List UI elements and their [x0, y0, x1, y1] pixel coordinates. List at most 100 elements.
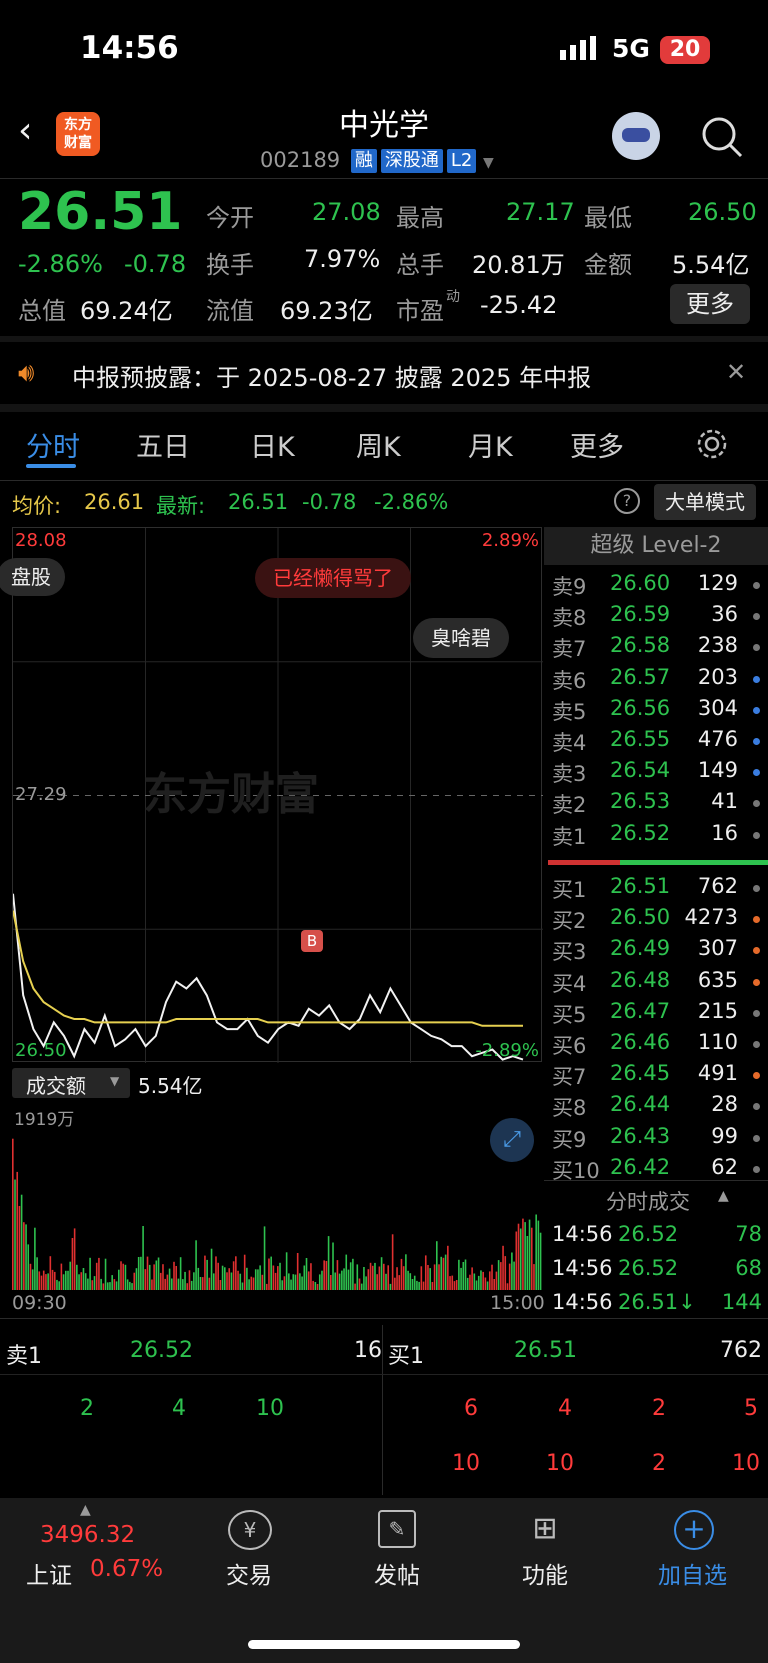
bid-row[interactable]: 买9 26.43 99 [550, 1124, 768, 1155]
bid-level: 买1 [552, 878, 587, 902]
ask-price: 26.58 [610, 633, 671, 658]
volume-bar [486, 1281, 489, 1290]
ask-row[interactable]: 卖7 26.58 238 [550, 633, 768, 664]
volume-bar [175, 1266, 178, 1290]
comment-bubble-1[interactable]: 已经懒得骂了 [255, 558, 411, 598]
nav-post[interactable]: 发帖 [374, 1556, 420, 1590]
bid-row[interactable]: 买4 26.48 635 [550, 968, 768, 999]
queue-bid-qty: 762 [720, 1338, 762, 1363]
buy-marker[interactable]: B [301, 930, 323, 952]
volume-bar [142, 1226, 144, 1290]
ask-price: 26.56 [610, 695, 671, 720]
gear-icon[interactable] [694, 426, 730, 462]
bid-row[interactable]: 买5 26.47 215 [550, 999, 768, 1030]
help-icon[interactable]: ? [614, 488, 640, 514]
volume-bar [508, 1263, 511, 1290]
intraday-chart[interactable]: 28.08 2.89% 27.29 26.50 -2.89% 东方财富 盘股 已… [0, 527, 543, 1063]
volume-bar [246, 1267, 248, 1290]
volume-bar [263, 1226, 266, 1290]
notice-text[interactable]: 中报预披露：于 2025-08-27 披露 2025 年中报 [72, 358, 591, 393]
bid-qty: 99 [711, 1123, 738, 1148]
nav-func[interactable]: 功能 [522, 1556, 568, 1590]
tick-time: 14:56 [552, 1290, 613, 1314]
ask-qty: 203 [697, 664, 738, 689]
volume-bar [303, 1265, 306, 1290]
expand-icon[interactable]: ⤢ [490, 1118, 534, 1162]
volume-bar [137, 1257, 140, 1290]
edit-icon[interactable]: ✎ [378, 1510, 416, 1548]
volume-bar [374, 1262, 376, 1290]
close-icon[interactable]: ✕ [726, 358, 746, 386]
more-button[interactable]: 更多 [670, 284, 750, 324]
apps-icon[interactable]: ⊞ [526, 1510, 564, 1548]
ask-row[interactable]: 卖3 26.54 149 [550, 758, 768, 789]
tab-daily-k[interactable]: 日K [250, 425, 295, 464]
bid-row[interactable]: 买1 26.51 762 [550, 874, 768, 905]
bid-row[interactable]: 买10 26.42 62 [550, 1155, 768, 1186]
battery-icon: 20 [660, 36, 710, 64]
volume-bar [312, 1280, 314, 1290]
volume-bar [106, 1282, 109, 1290]
ask-row[interactable]: 卖2 26.53 41 [550, 789, 768, 820]
volume-bar [250, 1276, 253, 1290]
volume-bar [29, 1263, 32, 1290]
tab-5day[interactable]: 五日 [136, 425, 190, 464]
volume-bar [93, 1276, 96, 1290]
volume-bar [405, 1254, 407, 1290]
bid-row[interactable]: 买7 26.45 491 [550, 1061, 768, 1092]
ask-row[interactable]: 卖6 26.57 203 [550, 665, 768, 696]
queue-ask-label: 卖1 [6, 1344, 42, 1369]
add-icon[interactable]: + [674, 1510, 714, 1550]
avg-price-line [13, 910, 523, 1027]
comment-bubble-2[interactable]: 臭啥碧 [413, 618, 509, 658]
trade-icon[interactable]: ¥ [228, 1510, 272, 1550]
chevron-down-icon: ▼ [483, 155, 494, 171]
search-icon[interactable] [700, 115, 744, 159]
volume-bar [270, 1256, 272, 1290]
volume-bar [420, 1266, 423, 1290]
tab-more[interactable]: 更多 [570, 425, 624, 464]
volume-bar [237, 1270, 239, 1290]
volume-selector[interactable]: 成交额 ▼ [12, 1068, 130, 1098]
volume-bar [151, 1279, 153, 1290]
tab-weekly-k[interactable]: 周K [356, 425, 401, 464]
volume-bar [358, 1278, 361, 1290]
bid-level: 买8 [552, 1096, 587, 1121]
bid-order-6: 10 [546, 1451, 574, 1476]
volume-bar [182, 1279, 184, 1290]
bid-row[interactable]: 买3 26.49 307 [550, 936, 768, 967]
tab-monthly-k[interactable]: 月K [468, 425, 513, 464]
tab-intraday[interactable]: 分时 [26, 425, 80, 464]
stock-code-row[interactable]: 002189 融深股通 L2 ▼ [260, 148, 494, 173]
volume-bar [155, 1260, 158, 1290]
volume-bar [221, 1265, 224, 1290]
volume-bar [460, 1267, 462, 1290]
volume-bar [104, 1258, 107, 1290]
ask-row[interactable]: 卖4 26.55 476 [550, 727, 768, 758]
index-value[interactable]: 3496.32 [40, 1522, 135, 1548]
volume-bar [153, 1264, 155, 1290]
bid-row[interactable]: 买6 26.46 110 [550, 1030, 768, 1061]
tick-price: 26.52 [618, 1256, 679, 1280]
nav-add-watchlist[interactable]: 加自选 [658, 1556, 727, 1590]
comment-bubble-3[interactable]: 盘股 [0, 558, 65, 596]
ask-row[interactable]: 卖1 26.52 16 [550, 821, 768, 852]
volume-bar [294, 1274, 297, 1290]
index-name[interactable]: 上证 [26, 1556, 72, 1590]
bid-qty: 4273 [684, 905, 738, 930]
index-pct[interactable]: 0.67% [90, 1556, 163, 1582]
big-order-mode-button[interactable]: 大单模式 [654, 484, 756, 520]
bid-row[interactable]: 买2 26.50 4273 [550, 905, 768, 936]
avg-value: 26.61 [84, 490, 145, 514]
ask-row[interactable]: 卖9 26.60 129 [550, 571, 768, 602]
nav-trade[interactable]: 交易 [226, 1556, 272, 1590]
ticks-title[interactable]: 分时成交 [606, 1186, 690, 1216]
volume-bar [515, 1231, 518, 1290]
volume-bar [383, 1263, 385, 1290]
volume-bar [455, 1280, 458, 1290]
robot-assistant-icon[interactable] [612, 112, 660, 160]
ask-row[interactable]: 卖8 26.59 36 [550, 602, 768, 633]
status-time: 14:56 [80, 30, 179, 66]
bid-row[interactable]: 买8 26.44 28 [550, 1092, 768, 1123]
ask-row[interactable]: 卖5 26.56 304 [550, 696, 768, 727]
